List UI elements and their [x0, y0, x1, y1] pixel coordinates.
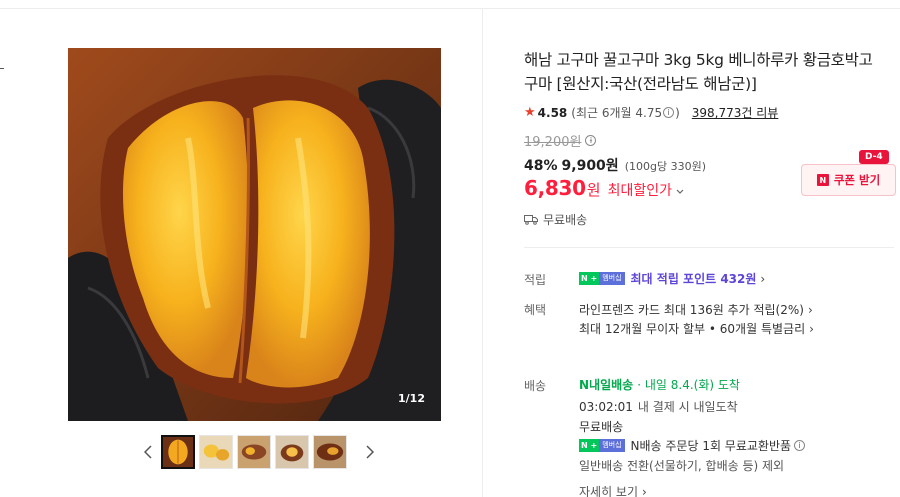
delivery-label: 배송 — [524, 379, 547, 393]
coupon-download-button[interactable]: N 쿠폰 받기 — [801, 164, 896, 196]
deadline-time: 03:02:01 — [579, 399, 633, 414]
thumbnail-image — [163, 437, 193, 467]
section-divider — [524, 247, 894, 248]
free-return-row: N + 멤버십 N배송 주문당 1회 무료교환반품 i — [579, 437, 806, 454]
thumbnail-4[interactable] — [275, 435, 309, 469]
rating-row: ★ 4.58 (최근 6개월 4.75 i ) 398,773건 리뷰 — [524, 104, 778, 121]
n-plus-membership-badge: N + 멤버십 — [579, 272, 625, 285]
review-count-link[interactable]: 398,773건 리뷰 — [692, 104, 779, 121]
sweet-potato-photo — [68, 48, 441, 421]
final-price: 6,830 — [524, 176, 586, 200]
thumbnail-strip — [137, 434, 381, 470]
max-points-text: 최대 적립 포인트 432원 — [630, 272, 757, 286]
thumbnail-image — [200, 436, 232, 468]
sale-price-row: 48% 9,900원 (100g당 330원) — [524, 155, 706, 175]
points-label: 적립 — [524, 273, 547, 287]
chevron-right-icon: › — [642, 484, 647, 497]
benefit-label: 혜택 — [524, 303, 547, 317]
main-product-image[interactable]: 1/12 — [68, 48, 441, 421]
chevron-right-icon — [366, 445, 374, 459]
original-price-row: 19,200원 i — [524, 131, 597, 150]
max-discount-toggle[interactable]: 최대할인가 — [608, 180, 672, 200]
thumbnail-image — [276, 436, 308, 468]
sale-price: 9,900원 — [561, 158, 619, 174]
final-price-won: 원 — [586, 181, 601, 199]
thumbnail-image — [314, 436, 346, 468]
truck-icon — [524, 215, 538, 225]
delivery-fee: 무료배송 — [579, 420, 624, 434]
rating-value: 4.58 — [537, 105, 568, 120]
unit-price: (100g당 330원) — [624, 160, 706, 173]
delivery-detail-link[interactable]: 자세히 보기 › — [579, 483, 647, 497]
chevron-right-icon: › — [807, 302, 813, 317]
chevron-right-icon: › — [809, 321, 814, 336]
chevron-down-icon[interactable] — [676, 187, 684, 198]
prev-image-arrow[interactable] — [137, 434, 159, 470]
card-benefit-text: 라인프렌즈 카드 최대 136원 추가 적립(2%) — [579, 303, 804, 317]
final-price-row: 6,830 원 최대할인가 — [524, 176, 684, 200]
installment-row[interactable]: 최대 12개월 무이자 할부 • 60개월 특별금리 › — [579, 320, 814, 337]
product-title: 해남 고구마 꿀고구마 3kg 5kg 베니하루카 황금호박고구마 [원산지:국… — [524, 51, 873, 93]
thumbnail-2[interactable] — [199, 435, 233, 469]
column-divider — [482, 8, 483, 497]
original-price: 19,200원 — [524, 135, 582, 150]
recent-rating-prefix: (최근 6개월 4.75 — [571, 106, 663, 120]
shipping-fee: 무료배송 — [543, 213, 588, 227]
delivery-exclusion-text: 일반배송 전환(선물하기, 합배송 등) 제외 — [579, 459, 785, 473]
info-icon[interactable]: i — [663, 107, 675, 118]
top-divider — [0, 8, 900, 9]
points-row[interactable]: N + 멤버십 최대 적립 포인트 432원 › — [579, 270, 765, 287]
card-benefit-row[interactable]: 라인프렌즈 카드 최대 136원 추가 적립(2%) › — [579, 301, 813, 318]
shipping-row: 무료배송 — [524, 211, 587, 228]
installment-text: 최대 12개월 무이자 할부 • 60개월 특별금리 — [579, 322, 806, 336]
n-plus-membership-badge: N + 멤버십 — [579, 439, 625, 452]
tomorrow-delivery-badge: N내일배송 — [579, 378, 634, 392]
star-icon: ★ — [524, 105, 536, 120]
arrival-date-text: · 내일 8.4.(화) 도착 — [637, 378, 740, 392]
coupon-button-label: 쿠폰 받기 — [833, 173, 881, 187]
recent-rating-suffix: ) — [675, 105, 680, 120]
chevron-left-icon — [144, 445, 152, 459]
next-image-arrow[interactable] — [359, 434, 381, 470]
chevron-right-icon: › — [760, 271, 766, 286]
image-counter: 1/12 — [398, 392, 425, 405]
tomorrow-delivery-row: N내일배송 · 내일 8.4.(화) 도착 — [579, 376, 740, 393]
thumbnail-1[interactable] — [161, 435, 195, 469]
coupon-dday-badge: D-4 — [859, 150, 889, 164]
free-return-text: N배송 주문당 1회 무료교환반품 — [630, 439, 792, 453]
thumbnail-image — [238, 436, 270, 468]
side-marker — [0, 68, 4, 69]
thumbnail-5[interactable] — [313, 435, 347, 469]
deadline-row: 03:02:01 내 결제 시 내일도착 — [579, 398, 738, 415]
deadline-text: 내 결제 시 내일도착 — [637, 400, 738, 414]
naver-n-icon: N — [816, 174, 829, 186]
info-icon[interactable]: i — [794, 440, 806, 451]
thumbnail-3[interactable] — [237, 435, 271, 469]
price-info-icon[interactable]: i — [585, 135, 597, 146]
discount-rate: 48% — [524, 158, 558, 174]
